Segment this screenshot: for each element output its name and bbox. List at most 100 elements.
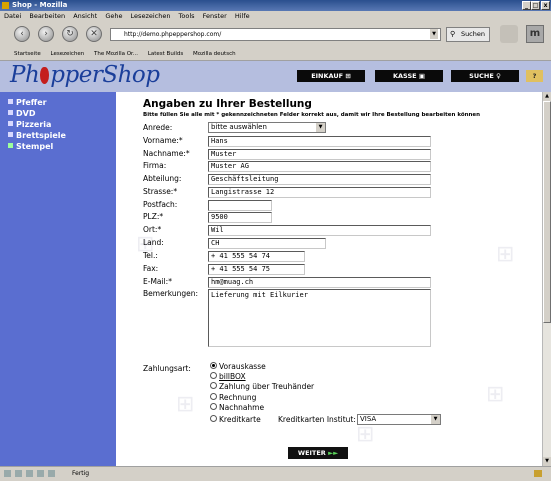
bookmark-lesezeichen[interactable]: Lesezeichen [51,51,85,57]
vertical-scrollbar[interactable]: ▲ ▼ [542,92,551,466]
strasse-field[interactable]: Langistrasse 12 [208,187,431,198]
back-icon[interactable]: ‹ [14,26,30,42]
mail-icon[interactable] [15,470,22,477]
abteilung-field[interactable]: Geschäftsleitung [208,174,431,185]
navigation-toolbar: ‹ › ↻ ✕ http://demo.phpeppershop.com/ ▼ … [0,22,551,49]
stop-icon[interactable]: ✕ [86,26,102,42]
fax-field[interactable]: + 41 555 54 75 [208,264,305,275]
menu-item-gehe[interactable]: Gehe [105,12,122,20]
abteilung-label: Abteilung: [143,174,182,183]
bookmark-startseite[interactable]: Startseite [14,51,41,57]
card-institute-value: VISA [360,415,377,423]
einkauf-button[interactable]: EINKAUF ⊞ [297,70,365,82]
radio-icon [210,415,217,422]
maximize-button[interactable]: □ [531,1,540,10]
payment-option-label: Vorauskasse [219,362,266,371]
menu-item-bearbeiten[interactable]: Bearbeiten [29,12,65,20]
menu-item-ansicht[interactable]: Ansicht [73,12,97,20]
scroll-up-icon[interactable]: ▲ [543,92,551,101]
register-icon: ▣ [418,72,425,80]
tel-field[interactable]: + 41 555 54 74 [208,251,305,262]
app-icon [2,2,9,9]
sidebar-item-dvd[interactable]: DVD [8,109,35,119]
postfach-field[interactable] [208,200,272,211]
pepper-icon [40,67,50,84]
menu-item-datei[interactable]: Datei [4,12,21,20]
close-window-button[interactable]: x [541,1,550,10]
url-field[interactable]: http://demo.phpeppershop.com/ [110,28,441,41]
payment-option-rechnung[interactable]: Rechnung [210,393,256,403]
ort-field[interactable]: Wil [208,225,431,236]
magnifier-icon: ⚲ [450,30,456,38]
card-institute-label: Kreditkarten Institut: [278,415,356,424]
einkauf-label: EINKAUF [311,72,344,80]
scroll-down-icon[interactable]: ▼ [543,457,551,466]
payment-option-nachnahme[interactable]: Nachnahme [210,403,264,413]
watermark-cart-icon: ⊞ [486,382,505,407]
bullet-icon [8,121,13,126]
shop-logo[interactable]: Ph pperShop [10,62,160,88]
print-icon[interactable] [500,25,518,43]
card-institute-select[interactable]: VISA ▼ [357,414,441,425]
plz-field[interactable]: 9500 [208,212,272,223]
kasse-label: KASSE [392,72,417,80]
nachname-field[interactable]: Muster [208,149,431,160]
suche-button[interactable]: SUCHE ♀ [451,70,519,82]
anrede-select[interactable]: bitte auswählen ▼ [208,122,326,133]
menu-item-fenster[interactable]: Fenster [203,12,227,20]
required-fields-hint: Bitte füllen Sie alle mit * gekennzeichn… [143,112,481,118]
ort-label: Ort:* [143,225,162,234]
bullet-icon [8,110,13,115]
status-text: Fertig [72,470,90,477]
minimize-button[interactable]: _ [522,1,531,10]
payment-option-kreditkarte[interactable]: Kreditkarte [210,415,261,425]
bullet-icon [8,99,13,104]
url-dropdown-icon[interactable]: ▼ [430,29,438,39]
payment-option-label: billBOX [219,372,246,381]
sidebar-item-brettspiele[interactable]: Brettspiele [8,131,66,141]
radio-icon [210,393,217,400]
payment-option-treuhaender[interactable]: Zahlung über Treuhänder [210,382,314,392]
kasse-button[interactable]: KASSE ▣ [375,70,443,82]
watermark-cart-icon: ⊞ [176,392,195,417]
bookmark-mozilla-deutsch[interactable]: Mozilla deutsch [193,51,236,57]
search-button[interactable]: ⚲ Suchen [446,27,490,42]
weiter-button[interactable]: WEITER ►► [288,447,348,459]
chevron-down-icon: ▼ [316,123,325,132]
weiter-label: WEITER [297,449,326,457]
arrow-right-icon: ►► [328,449,339,457]
radio-icon [210,372,217,379]
land-field[interactable]: CH [208,238,326,249]
payment-option-vorauskasse[interactable]: Vorauskasse [210,362,266,372]
reload-icon[interactable]: ↻ [62,26,78,42]
email-field[interactable]: hm@muag.ch [208,277,431,288]
mozilla-logo-icon: m [526,25,544,43]
menu-item-lesezeichen[interactable]: Lesezeichen [131,12,171,20]
sidebar-item-stempel[interactable]: Stempel [8,142,53,152]
menu-item-tools[interactable]: Tools [179,12,195,20]
page-title: Angaben zu Ihrer Bestellung [143,98,312,110]
sidebar-item-label: Brettspiele [16,131,66,140]
bookmark-mozilla-org[interactable]: The Mozilla Or... [94,51,138,57]
bemerkungen-textarea[interactable]: Lieferung mit Eilkurier [208,289,431,347]
plz-label: PLZ:* [143,212,164,221]
bookmark-latest-builds[interactable]: Latest Builds [148,51,183,57]
scroll-thumb[interactable] [543,101,551,323]
sidebar-item-pizzeria[interactable]: Pizzeria [8,120,51,130]
menu-bar: Datei Bearbeiten Ansicht Gehe Lesezeiche… [0,11,551,22]
addressbook-icon[interactable] [48,470,55,477]
navigator-icon[interactable] [4,470,11,477]
menu-item-hilfe[interactable]: Hilfe [235,12,250,20]
forward-icon[interactable]: › [38,26,54,42]
sidebar-item-pfeffer[interactable]: Pfeffer [8,98,47,108]
sidebar-item-label: Pfeffer [16,98,47,107]
payment-option-billbox[interactable]: billBOX [210,372,246,382]
logo-text-start: Ph [10,62,40,88]
composer-icon[interactable] [26,470,33,477]
chat-icon[interactable] [37,470,44,477]
suche-label: SUCHE [469,72,494,80]
help-icon[interactable]: ? [526,70,543,82]
vorname-field[interactable]: Hans [208,136,431,147]
search-button-label: Suchen [460,30,485,38]
firma-field[interactable]: Muster AG [208,161,431,172]
